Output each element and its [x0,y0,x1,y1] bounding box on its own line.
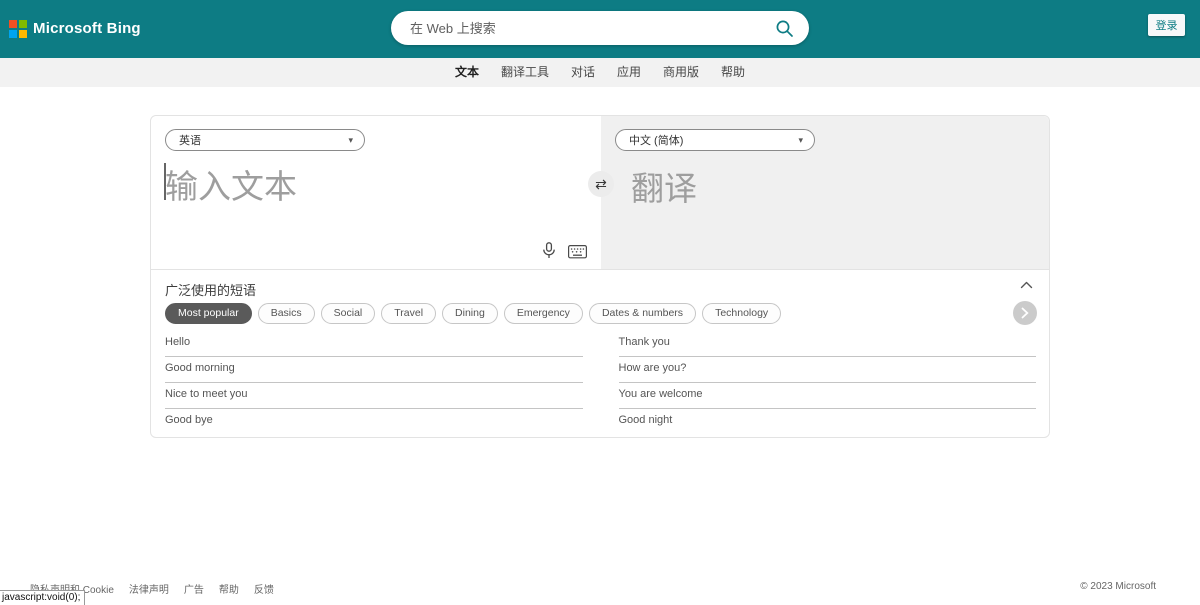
category-pill-travel[interactable]: Travel [381,303,436,324]
input-tools [542,242,587,259]
source-panel: 英语 ▾ [151,116,601,269]
swap-icon: ⇄ [595,176,607,193]
category-pill-basics[interactable]: Basics [258,303,315,324]
header-bar: Microsoft Bing 登录 [0,0,1200,58]
target-language-label: 中文 (简体) [629,132,683,148]
search-icon[interactable] [775,19,794,38]
phrase-item[interactable]: You are welcome [619,383,1037,409]
footer-link-feedback[interactable]: 反馈 [254,581,274,596]
chevron-right-icon [1021,307,1029,319]
translator-card: 英语 ▾ [150,115,1050,438]
microphone-icon[interactable] [542,242,556,259]
logo-square-red [9,20,17,28]
collapse-phrasebook-button[interactable] [1020,281,1033,289]
source-language-dropdown[interactable]: 英语 ▾ [165,129,365,151]
phrase-item[interactable]: How are you? [619,357,1037,383]
logo-square-yellow [19,30,27,38]
translation-output-placeholder: 翻译 [631,162,697,210]
phrase-item[interactable]: Thank you [619,331,1037,357]
logo-square-blue [9,30,17,38]
category-pill-social[interactable]: Social [321,303,376,324]
phrase-column-right: Thank you How are you? You are welcome G… [619,331,1037,435]
tab-text[interactable]: 文本 [444,58,490,87]
category-pill-dining[interactable]: Dining [442,303,498,324]
source-text-input[interactable] [165,160,580,224]
phrasebook-section: 广泛使用的短语 Most popular Basics Social Trave… [151,269,1049,438]
tab-conversation[interactable]: 对话 [560,58,606,87]
phrase-item[interactable]: Good night [619,409,1037,435]
footer-bar: 隐私声明和 Cookie 法律声明 广告 帮助 反馈 © 2023 Micros… [0,581,1200,597]
scroll-categories-button[interactable] [1013,301,1037,325]
copyright-text: © 2023 Microsoft [1080,581,1156,592]
chevron-down-icon: ▾ [798,135,803,146]
phrase-column-left: Hello Good morning Nice to meet you Good… [165,331,583,435]
tab-help[interactable]: 帮助 [710,58,756,87]
browser-status-tooltip: javascript:void(0); [0,590,85,605]
keyboard-icon[interactable] [568,245,587,259]
phrase-item[interactable]: Good morning [165,357,583,383]
phrase-item[interactable]: Good bye [165,409,583,435]
chevron-down-icon: ▾ [348,135,353,146]
brand-title[interactable]: Microsoft Bing [33,20,141,37]
tab-translation-tools[interactable]: 翻译工具 [490,58,560,87]
phrase-category-row: Most popular Basics Social Travel Dining… [165,303,781,324]
phrase-item[interactable]: Hello [165,331,583,357]
primary-nav: 文本 翻译工具 对话 应用 商用版 帮助 [0,58,1200,87]
category-pill-technology[interactable]: Technology [702,303,781,324]
footer-link-help[interactable]: 帮助 [219,581,239,596]
footer-link-legal[interactable]: 法律声明 [129,581,169,596]
translation-panels: 英语 ▾ [151,116,1049,269]
source-language-label: 英语 [179,132,201,148]
phrasebook-title: 广泛使用的短语 [165,280,256,299]
search-input[interactable] [410,12,750,44]
tab-business[interactable]: 商用版 [652,58,710,87]
sign-in-button[interactable]: 登录 [1148,14,1185,36]
category-pill-most-popular[interactable]: Most popular [165,303,252,324]
swap-languages-button[interactable]: ⇄ [588,171,614,197]
category-pill-emergency[interactable]: Emergency [504,303,583,324]
phrase-list: Hello Good morning Nice to meet you Good… [165,331,1036,435]
web-search-box [391,11,809,45]
category-pill-dates-numbers[interactable]: Dates & numbers [589,303,696,324]
tab-apps[interactable]: 应用 [606,58,652,87]
chevron-up-icon [1020,281,1033,289]
target-panel: 中文 (简体) ▾ 翻译 [601,116,1049,269]
phrase-item[interactable]: Nice to meet you [165,383,583,409]
footer-link-ads[interactable]: 广告 [184,581,204,596]
target-language-dropdown[interactable]: 中文 (简体) ▾ [615,129,815,151]
logo-square-green [19,20,27,28]
microsoft-logo-icon[interactable] [9,20,27,38]
